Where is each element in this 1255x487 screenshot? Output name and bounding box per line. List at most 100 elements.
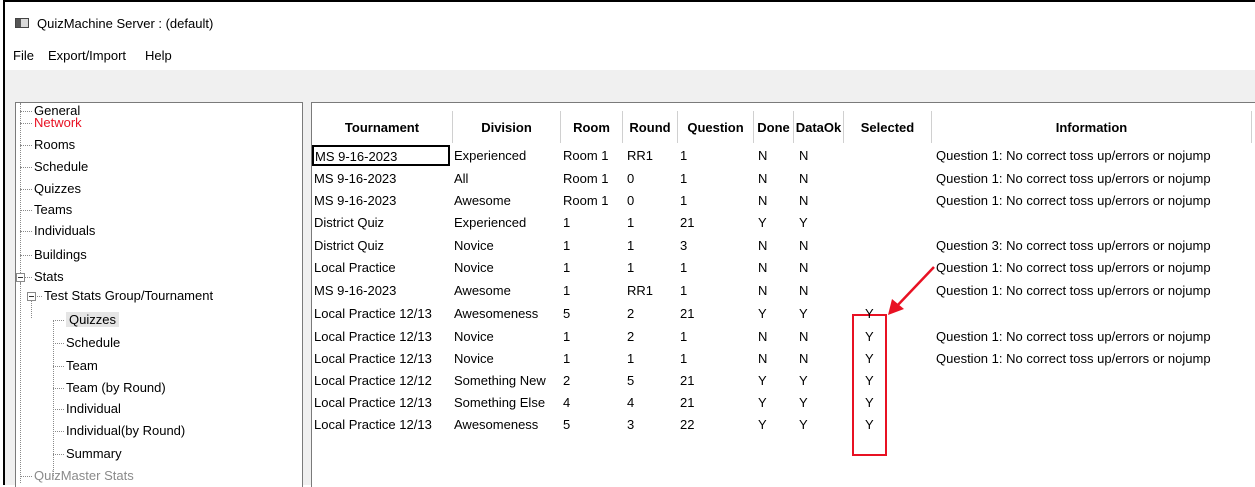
cell-room[interactable]: 1 <box>563 260 570 275</box>
cell-room[interactable]: 2 <box>563 373 570 388</box>
cell-tournament[interactable]: Local Practice <box>314 260 396 275</box>
cell-division[interactable]: Awesome <box>454 193 511 208</box>
cell-room[interactable]: 1 <box>563 283 570 298</box>
cell-room[interactable]: 1 <box>563 238 570 253</box>
column-header-done[interactable]: Done <box>754 111 794 143</box>
cell-information[interactable]: Question 3: No correct toss up/errors or… <box>936 238 1211 253</box>
tree-item-individual-by-round-stats[interactable]: Individual(by Round) <box>66 423 185 438</box>
column-header-selected[interactable]: Selected <box>844 111 932 143</box>
cell-done[interactable]: Y <box>758 395 767 410</box>
cell-division[interactable]: Awesomeness <box>454 417 538 432</box>
cell-room[interactable]: Room 1 <box>563 148 609 163</box>
cell-dataok[interactable]: N <box>799 171 808 186</box>
cell-question[interactable]: 1 <box>680 193 687 208</box>
cell-question[interactable]: 1 <box>680 260 687 275</box>
tree-item-stats[interactable]: Stats <box>34 269 64 284</box>
cell-tournament[interactable]: Local Practice 12/13 <box>314 395 432 410</box>
cell-question[interactable]: 1 <box>680 283 687 298</box>
cell-question[interactable]: 22 <box>680 417 694 432</box>
cell-room[interactable]: 1 <box>563 329 570 344</box>
cell-tournament[interactable]: Local Practice 12/13 <box>314 351 432 366</box>
tree-item-team-stats[interactable]: Team <box>66 358 98 373</box>
cell-dataok[interactable]: N <box>799 283 808 298</box>
cell-division[interactable]: Novice <box>454 260 494 275</box>
cell-division[interactable]: Something Else <box>454 395 545 410</box>
cell-round[interactable]: RR1 <box>627 283 653 298</box>
cell-division[interactable]: Awesome <box>454 283 511 298</box>
cell-division[interactable]: Novice <box>454 238 494 253</box>
cell-question[interactable]: 1 <box>680 351 687 366</box>
tree-item-test-stats-group-tournament[interactable]: Test Stats Group/Tournament <box>44 288 213 303</box>
tree-item-schedule[interactable]: Schedule <box>34 159 88 174</box>
tree-item-individuals[interactable]: Individuals <box>34 223 95 238</box>
cell-information[interactable]: Question 1: No correct toss up/errors or… <box>936 329 1211 344</box>
menu-help[interactable]: Help <box>145 48 172 63</box>
tree-item-quizzes-stats[interactable]: Quizzes <box>66 312 119 327</box>
cell-room[interactable]: 5 <box>563 306 570 321</box>
cell-tournament[interactable]: Local Practice 12/13 <box>314 417 432 432</box>
cell-done[interactable]: N <box>758 238 767 253</box>
cell-done[interactable]: Y <box>758 215 767 230</box>
cell-dataok[interactable]: Y <box>799 395 808 410</box>
cell-done[interactable]: N <box>758 148 767 163</box>
cell-question[interactable]: 1 <box>680 329 687 344</box>
cell-dataok[interactable]: N <box>799 260 808 275</box>
cell-round[interactable]: 1 <box>627 351 634 366</box>
tree-item-team-by-round-stats[interactable]: Team (by Round) <box>66 380 166 395</box>
cell-dataok[interactable]: Y <box>799 215 808 230</box>
tree-item-individual-stats[interactable]: Individual <box>66 401 121 416</box>
cell-division[interactable]: Novice <box>454 329 494 344</box>
cell-question[interactable]: 21 <box>680 215 694 230</box>
cell-room[interactable]: Room 1 <box>563 193 609 208</box>
cell-tournament[interactable]: Local Practice 12/13 <box>314 329 432 344</box>
cell-done[interactable]: N <box>758 283 767 298</box>
cell-division[interactable]: Something New <box>454 373 546 388</box>
cell-round[interactable]: 4 <box>627 395 634 410</box>
cell-room[interactable]: Room 1 <box>563 171 609 186</box>
cell-information[interactable]: Question 1: No correct toss up/errors or… <box>936 351 1211 366</box>
tree-item-schedule-stats[interactable]: Schedule <box>66 335 120 350</box>
cell-dataok[interactable]: Y <box>799 373 808 388</box>
menu-file[interactable]: File <box>13 48 34 63</box>
cell-round[interactable]: 1 <box>627 215 634 230</box>
cell-division[interactable]: Experienced <box>454 148 526 163</box>
column-header-tournament[interactable]: Tournament <box>312 111 453 143</box>
cell-tournament[interactable]: MS 9-16-2023 <box>314 193 396 208</box>
tree-item-teams[interactable]: Teams <box>34 202 72 217</box>
column-header-room[interactable]: Room <box>561 111 623 143</box>
column-header-information[interactable]: Information <box>932 111 1252 143</box>
cell-tournament[interactable]: MS 9-16-2023 <box>314 283 396 298</box>
cell-round[interactable]: 1 <box>627 238 634 253</box>
cell-dataok[interactable]: Y <box>799 417 808 432</box>
cell-room[interactable]: 1 <box>563 215 570 230</box>
cell-round[interactable]: 1 <box>627 260 634 275</box>
cell-division[interactable]: All <box>454 171 468 186</box>
column-header-division[interactable]: Division <box>453 111 561 143</box>
cell-room[interactable]: 4 <box>563 395 570 410</box>
cell-round[interactable]: 5 <box>627 373 634 388</box>
cell-selected[interactable]: Y <box>865 395 874 410</box>
cell-tournament[interactable]: Local Practice 12/13 <box>314 306 432 321</box>
collapse-icon[interactable] <box>27 292 36 301</box>
cell-selected[interactable]: Y <box>865 351 874 366</box>
cell-question[interactable]: 1 <box>680 171 687 186</box>
tree-item-quizmaster-stats[interactable]: QuizMaster Stats <box>34 468 134 483</box>
title-bar[interactable]: QuizMachine Server : (default) <box>5 2 1255 42</box>
cell-dataok[interactable]: N <box>799 148 808 163</box>
tree-item-rooms[interactable]: Rooms <box>34 137 75 152</box>
tree-item-summary-stats[interactable]: Summary <box>66 446 122 461</box>
cell-division[interactable]: Awesomeness <box>454 306 538 321</box>
cell-done[interactable]: N <box>758 329 767 344</box>
navigation-tree[interactable]: General Network Rooms Schedule Quizzes Teams I… <box>15 102 303 487</box>
cell-tournament[interactable]: District Quiz <box>314 238 384 253</box>
cell-done[interactable]: Y <box>758 373 767 388</box>
cell-tournament[interactable]: District Quiz <box>314 215 384 230</box>
cell-done[interactable]: Y <box>758 417 767 432</box>
cell-selected[interactable]: Y <box>865 373 874 388</box>
collapse-icon[interactable] <box>16 273 25 282</box>
cell-selected[interactable]: Y <box>865 417 874 432</box>
cell-question[interactable]: 21 <box>680 373 694 388</box>
column-header-dataok[interactable]: DataOk <box>794 111 844 143</box>
cell-done[interactable]: N <box>758 171 767 186</box>
menu-export-import[interactable]: Export/Import <box>48 48 126 63</box>
